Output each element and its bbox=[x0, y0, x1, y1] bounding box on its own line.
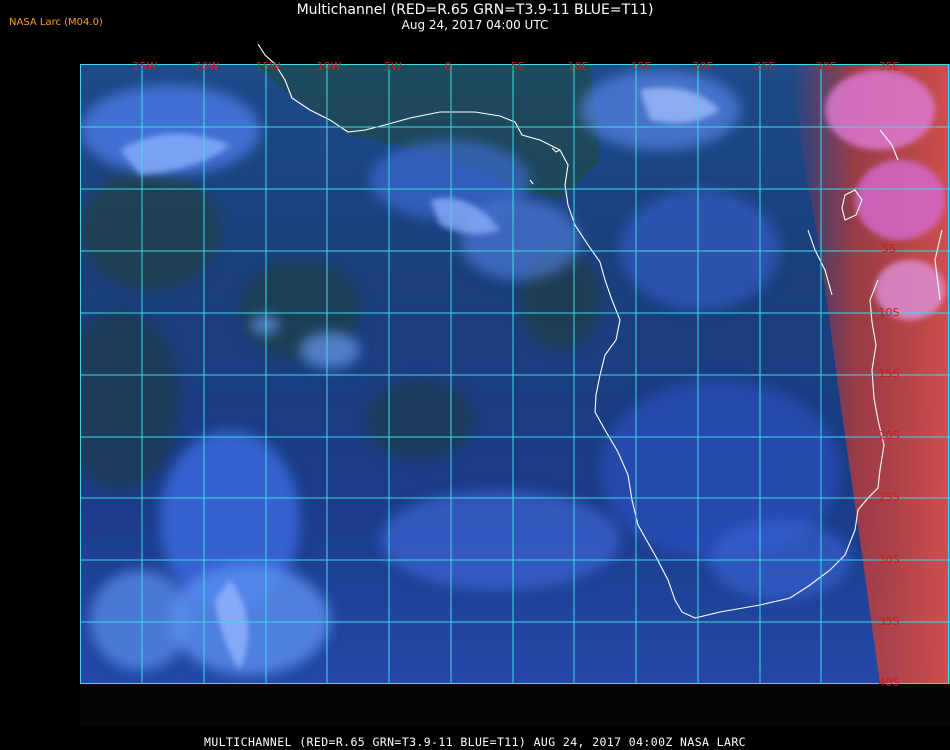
lon-label: 15E bbox=[631, 60, 652, 73]
lat-label: 25S bbox=[879, 491, 900, 504]
footer-caption: MULTICHANNEL (RED=R.65 GRN=T3.9-11 BLUE=… bbox=[204, 735, 746, 749]
lat-label: 20S bbox=[879, 429, 900, 442]
lat-label: 30S bbox=[879, 553, 900, 566]
satellite-map: 25W 20W 15W 10W 5W 0 5E 10E 15E 20E 25E … bbox=[80, 43, 950, 689]
lon-label: 0 bbox=[445, 60, 452, 73]
lon-label: 20W bbox=[195, 60, 220, 73]
lon-label: 20E bbox=[693, 60, 714, 73]
lat-label: 10S bbox=[879, 306, 900, 319]
lon-label: 25W bbox=[133, 60, 158, 73]
lat-label: 15S bbox=[879, 367, 900, 380]
lon-label: 10W bbox=[317, 60, 342, 73]
lon-label: 5W bbox=[384, 60, 402, 73]
lon-label: 5E bbox=[511, 60, 525, 73]
lon-label: 35E bbox=[879, 60, 900, 73]
lon-label: 30E bbox=[816, 60, 837, 73]
lat-label: 40S bbox=[879, 676, 900, 689]
lon-label: 25E bbox=[755, 60, 776, 73]
lon-label: 15W bbox=[256, 60, 281, 73]
lat-label: 5S bbox=[882, 242, 896, 255]
lon-label: 10E bbox=[568, 60, 589, 73]
lat-label: 35S bbox=[879, 615, 900, 628]
